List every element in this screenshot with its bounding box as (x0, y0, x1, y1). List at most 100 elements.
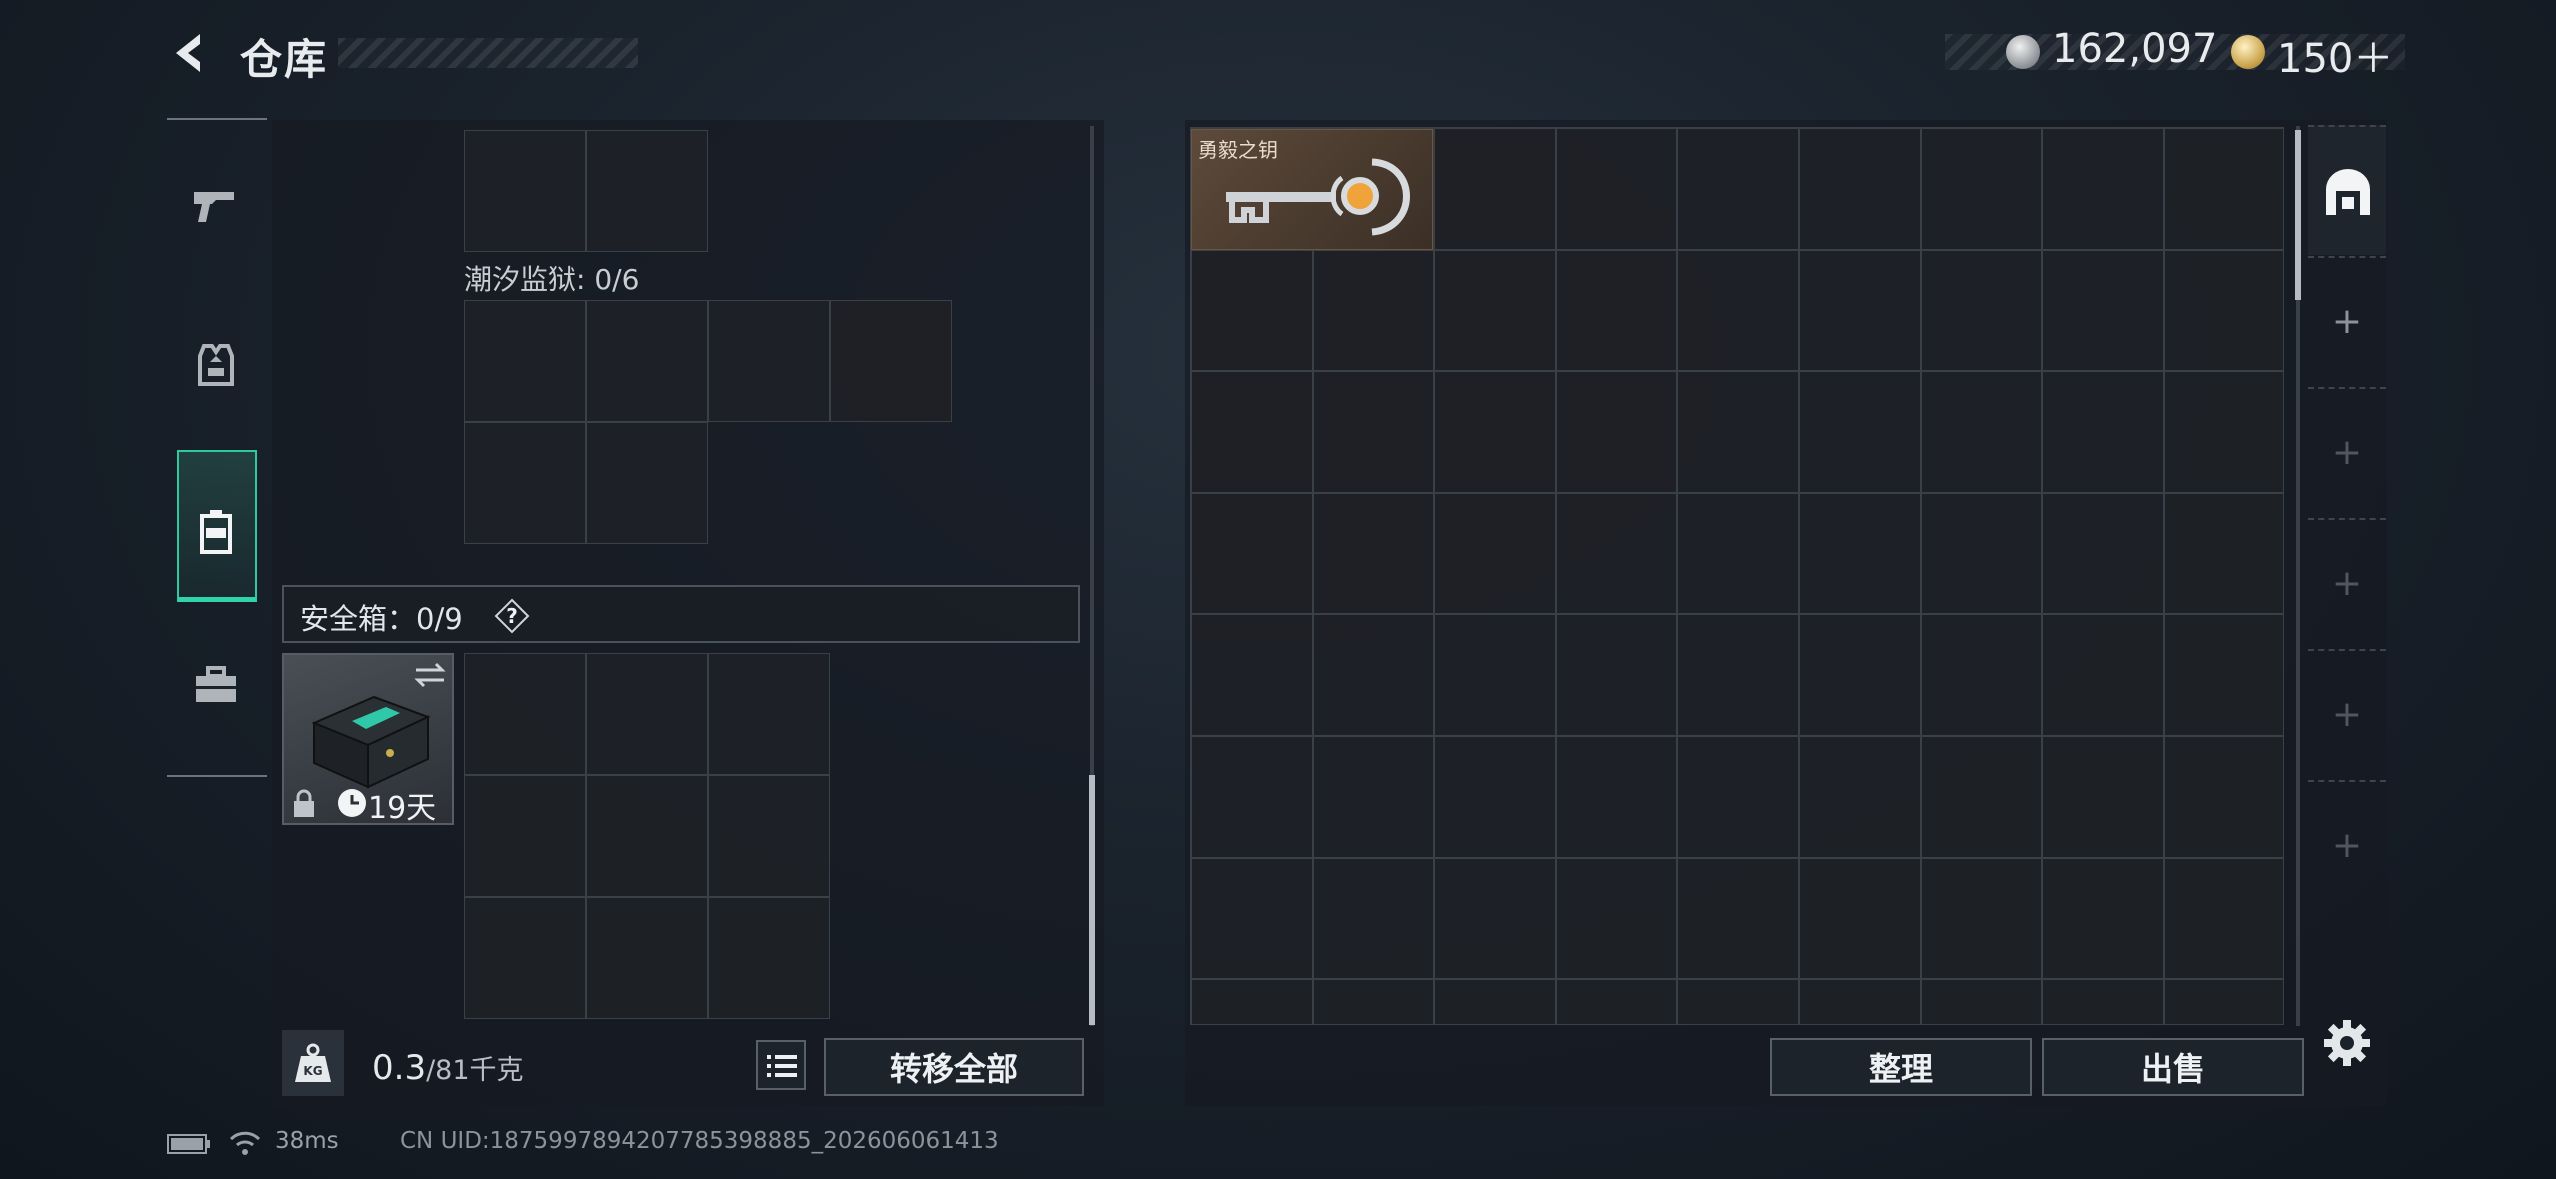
stash-slot[interactable] (1677, 857, 1799, 980)
stash-slot[interactable] (1920, 857, 2043, 980)
loadout-slot[interactable] (464, 130, 586, 252)
safe-box-slot[interactable] (586, 775, 708, 897)
stash-slot[interactable] (1677, 249, 1799, 372)
stash-slot[interactable] (1312, 614, 1435, 736)
stash-scroll-thumb[interactable] (2295, 130, 2301, 300)
stash-slot[interactable] (1555, 614, 1678, 736)
stash-slot[interactable] (2042, 371, 2164, 493)
stash-slot[interactable] (1799, 128, 1921, 250)
stash-slot[interactable] (1312, 249, 1435, 372)
stash-slot[interactable] (1677, 492, 1799, 615)
back-arrow-icon[interactable] (168, 30, 212, 76)
stash-slot[interactable] (2163, 979, 2283, 1024)
stash-slot[interactable] (2042, 614, 2164, 736)
stash-slot[interactable] (1555, 857, 1678, 980)
sort-button[interactable]: 整理 (1770, 1038, 2032, 1096)
stash-slot[interactable] (1191, 857, 1313, 980)
stash-slot[interactable] (2042, 979, 2164, 1024)
stash-slot[interactable] (1799, 614, 1921, 736)
stash-slot[interactable] (1191, 736, 1313, 858)
stash-slot[interactable] (1555, 371, 1678, 493)
stash-slot[interactable] (2163, 857, 2283, 980)
stash-tab-add-3[interactable]: + (2308, 518, 2386, 648)
loadout-scroll-thumb[interactable] (1089, 775, 1095, 1025)
safe-box-slot[interactable] (464, 897, 586, 1019)
stash-slot[interactable] (1799, 979, 1921, 1024)
stash-slot[interactable] (1920, 614, 2043, 736)
stash-slot[interactable] (1434, 371, 1556, 493)
stash-slot[interactable] (1434, 249, 1556, 372)
stash-slot[interactable] (2163, 736, 2283, 858)
loadout-slot[interactable] (708, 300, 830, 422)
stash-slot[interactable] (1677, 371, 1799, 493)
stash-slot[interactable] (1920, 492, 2043, 615)
stash-tab-add-5[interactable]: + (2308, 780, 2386, 910)
stash-slot[interactable] (1191, 492, 1313, 615)
stash-slot[interactable] (1677, 979, 1799, 1024)
stash-slot[interactable] (1920, 736, 2043, 858)
pistol-icon[interactable] (190, 180, 242, 232)
stash-slot[interactable] (1799, 249, 1921, 372)
stash-slot[interactable] (1555, 128, 1678, 250)
stash-slot[interactable] (1555, 736, 1678, 858)
stash-slot[interactable] (1191, 979, 1313, 1024)
stash-slot[interactable] (1191, 249, 1313, 372)
stash-slot[interactable] (2042, 492, 2164, 615)
stash-slot[interactable] (1434, 736, 1556, 858)
loadout-slot[interactable] (586, 300, 708, 422)
list-view-button[interactable] (756, 1040, 806, 1090)
loadout-slot[interactable] (586, 422, 708, 544)
stash-slot[interactable] (1312, 371, 1435, 493)
stash-slot[interactable] (1312, 857, 1435, 980)
safe-box-slot[interactable] (708, 653, 830, 775)
stash-grid[interactable] (1190, 127, 2284, 1025)
sell-button[interactable]: 出售 (2042, 1038, 2304, 1096)
stash-slot[interactable] (1312, 736, 1435, 858)
loadout-slot[interactable] (464, 422, 586, 544)
help-icon[interactable]: ? (494, 598, 530, 634)
stash-slot[interactable] (1677, 128, 1799, 250)
stash-tab-main[interactable] (2308, 125, 2386, 255)
stash-slot[interactable] (1920, 371, 2043, 493)
stash-slot[interactable] (1555, 249, 1678, 372)
stash-tab-add-2[interactable]: + (2308, 387, 2386, 517)
stash-slot[interactable] (2163, 128, 2283, 250)
stash-slot[interactable] (1799, 857, 1921, 980)
stash-slot[interactable] (1434, 614, 1556, 736)
safe-box-slot[interactable] (708, 775, 830, 897)
stash-tab-add-4[interactable]: + (2308, 649, 2386, 779)
stash-slot[interactable] (1312, 492, 1435, 615)
safe-box-slot[interactable] (464, 775, 586, 897)
stash-slot[interactable] (2163, 371, 2283, 493)
stash-slot[interactable] (1677, 736, 1799, 858)
stash-slot[interactable] (1920, 979, 2043, 1024)
armor-vest-icon[interactable] (190, 338, 242, 390)
stash-slot[interactable] (1920, 128, 2043, 250)
stash-slot[interactable] (1191, 614, 1313, 736)
stash-slot[interactable] (1191, 371, 1313, 493)
loadout-slot[interactable] (586, 130, 708, 252)
safe-box-slot[interactable] (464, 653, 586, 775)
stash-slot[interactable] (1799, 492, 1921, 615)
transfer-all-button[interactable]: 转移全部 (824, 1038, 1084, 1096)
stash-slot[interactable] (1434, 128, 1556, 250)
stash-slot[interactable] (1555, 979, 1678, 1024)
stash-slot[interactable] (2163, 614, 2283, 736)
stash-slot[interactable] (1434, 979, 1556, 1024)
stash-slot[interactable] (2042, 857, 2164, 980)
safe-box-slot[interactable] (708, 897, 830, 1019)
stash-slot[interactable] (1312, 979, 1435, 1024)
stash-slot[interactable] (1434, 857, 1556, 980)
gold-currency-value[interactable]: 150＋ (2277, 26, 2393, 84)
stash-slot[interactable] (1434, 492, 1556, 615)
stash-slot[interactable] (2163, 249, 2283, 372)
stash-slot[interactable] (1920, 249, 2043, 372)
loadout-slot[interactable] (464, 300, 586, 422)
stash-tab-add-1[interactable]: + (2308, 256, 2386, 386)
stash-slot[interactable] (2163, 492, 2283, 615)
stash-slot[interactable] (1677, 614, 1799, 736)
safe-box-slot[interactable] (586, 897, 708, 1019)
stash-slot[interactable] (2042, 249, 2164, 372)
toolbox-icon[interactable] (190, 660, 242, 712)
swap-icon[interactable] (412, 661, 448, 689)
